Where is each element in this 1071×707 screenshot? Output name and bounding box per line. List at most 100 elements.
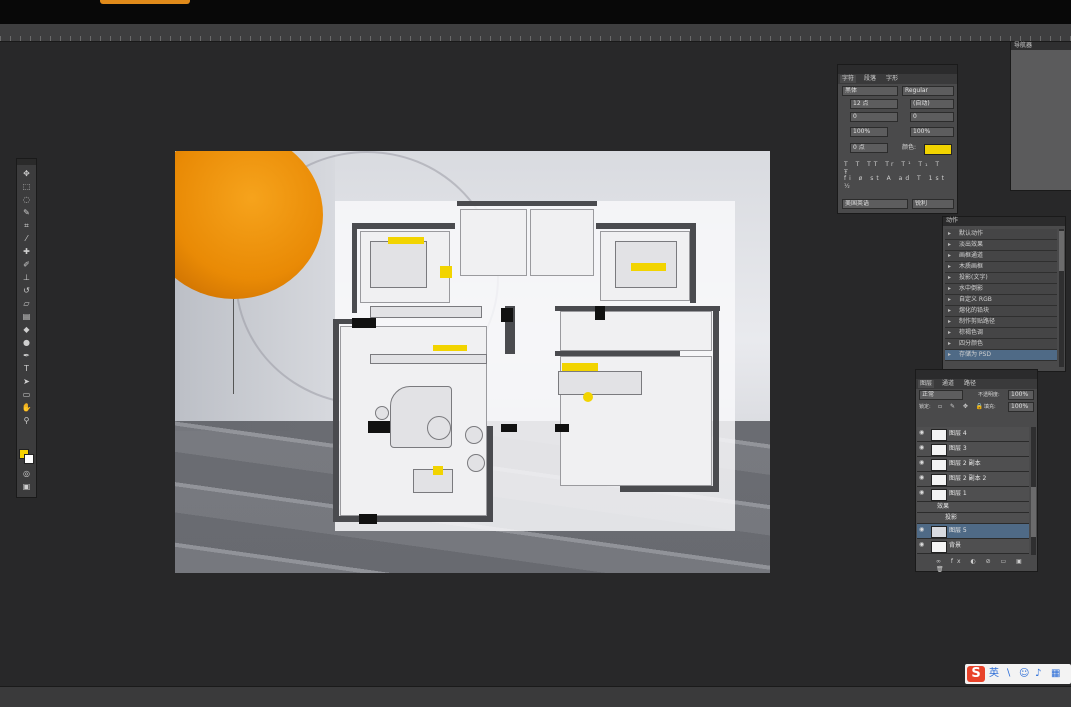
- tab-paths[interactable]: 路径: [962, 380, 978, 388]
- tools-panel-grip[interactable]: [17, 159, 36, 165]
- actions-scrollbar[interactable]: [1059, 229, 1064, 367]
- expand-icon[interactable]: ▸: [948, 329, 951, 337]
- tab-paragraph[interactable]: 段落: [862, 75, 878, 83]
- expand-icon[interactable]: ▸: [948, 340, 951, 348]
- blend-mode-select[interactable]: 正常: [919, 390, 963, 400]
- horizontal-ruler[interactable]: [0, 24, 1071, 42]
- tab-layers[interactable]: 图层: [918, 380, 935, 388]
- action-item[interactable]: ▸ 棕褐色调: [945, 328, 1057, 339]
- keyboard-icon[interactable]: ▦: [1051, 667, 1060, 681]
- move-tool-icon[interactable]: ✥: [21, 169, 32, 178]
- layer-row-selected[interactable]: ◉ 图层 5: [917, 524, 1029, 539]
- path-select-tool-icon[interactable]: ➤: [21, 377, 32, 386]
- eye-icon[interactable]: ◉: [919, 490, 925, 496]
- expand-icon[interactable]: ▸: [948, 274, 951, 282]
- document-canvas[interactable]: [175, 151, 770, 573]
- text-color-swatch[interactable]: [924, 144, 952, 155]
- eye-icon[interactable]: ◉: [919, 445, 925, 451]
- layer-effect-row[interactable]: 投影: [917, 513, 1029, 524]
- eye-icon[interactable]: ◉: [919, 475, 925, 481]
- eraser-tool-icon[interactable]: ▱: [21, 299, 32, 308]
- zoom-tool-icon[interactable]: ⚲: [21, 416, 32, 425]
- baseline-shift-field[interactable]: 0 点: [850, 143, 888, 153]
- fill-field[interactable]: 100%: [1008, 402, 1034, 412]
- quick-select-tool-icon[interactable]: ✎: [21, 208, 32, 217]
- vertical-scale-field[interactable]: 100%: [850, 127, 888, 137]
- healing-tool-icon[interactable]: ✚: [21, 247, 32, 256]
- tab-glyphs[interactable]: 字形: [884, 75, 900, 83]
- lasso-tool-icon[interactable]: ◌: [21, 195, 32, 204]
- font-family-select[interactable]: 黑体: [842, 86, 898, 96]
- action-item[interactable]: ▸ 投影(文字): [945, 273, 1057, 284]
- action-item[interactable]: ▸ 四分颜色: [945, 339, 1057, 350]
- eye-icon[interactable]: ◉: [919, 430, 925, 436]
- tab-actions[interactable]: 动作: [946, 217, 958, 225]
- action-item[interactable]: ▸ 制作剪贴路径: [945, 317, 1057, 328]
- expand-icon[interactable]: ▸: [948, 318, 951, 326]
- actions-panel-header[interactable]: [943, 217, 1065, 226]
- screen-mode-icon[interactable]: ▣: [21, 482, 32, 491]
- history-brush-tool-icon[interactable]: ↺: [21, 286, 32, 295]
- expand-icon[interactable]: ▸: [948, 230, 951, 238]
- opacity-field[interactable]: 100%: [1008, 390, 1034, 400]
- emoji-icon[interactable]: ☺: [1019, 667, 1029, 681]
- font-style-select[interactable]: Regular: [902, 86, 954, 96]
- quick-mask-icon[interactable]: ◎: [21, 469, 32, 478]
- layer-row[interactable]: ◉ 背景: [917, 539, 1029, 554]
- layer-row[interactable]: ◉ 图层 3: [917, 442, 1029, 457]
- layer-row[interactable]: ◉ 图层 1: [917, 487, 1029, 502]
- hand-tool-icon[interactable]: ✋: [21, 403, 32, 412]
- action-item[interactable]: ▸ 自定义 RGB: [945, 295, 1057, 306]
- brush-tool-icon[interactable]: ✐: [21, 260, 32, 269]
- mic-icon[interactable]: ♪: [1035, 667, 1041, 681]
- horizontal-scale-field[interactable]: 100%: [910, 127, 954, 137]
- navigator-panel-header[interactable]: 导航器: [1011, 42, 1071, 50]
- action-item[interactable]: ▸ 存储为 PSD: [945, 350, 1057, 361]
- antialias-select[interactable]: 锐利: [912, 199, 954, 209]
- layers-scrollbar[interactable]: [1031, 427, 1036, 555]
- crop-tool-icon[interactable]: ⌗: [21, 221, 32, 230]
- action-item[interactable]: ▸ 水中倒影: [945, 284, 1057, 295]
- lock-icons[interactable]: ▫ ✎ ✥ 🔒: [938, 403, 986, 411]
- expand-icon[interactable]: ▸: [948, 285, 951, 293]
- expand-icon[interactable]: ▸: [948, 252, 951, 260]
- actions-scrollthumb[interactable]: [1059, 231, 1064, 271]
- action-item[interactable]: ▸ 熔化的铅块: [945, 306, 1057, 317]
- layer-row[interactable]: ◉ 图层 2 副本 2: [917, 472, 1029, 487]
- tab-character[interactable]: 字符: [840, 75, 857, 83]
- ime-mode-toggle[interactable]: 英: [989, 667, 999, 681]
- type-tool-icon[interactable]: T: [21, 364, 32, 373]
- sogou-logo-icon[interactable]: S: [967, 666, 985, 682]
- clone-stamp-tool-icon[interactable]: ⊥: [21, 273, 32, 282]
- expand-icon[interactable]: ▸: [948, 263, 951, 271]
- expand-icon[interactable]: ▸: [948, 296, 951, 304]
- eye-icon[interactable]: ◉: [919, 527, 925, 533]
- navigator-tab[interactable]: 导航器: [1014, 42, 1032, 50]
- eye-icon[interactable]: ◉: [919, 542, 925, 548]
- action-item[interactable]: ▸ 画框通道: [945, 251, 1057, 262]
- action-item[interactable]: ▸ 默认动作: [945, 229, 1057, 240]
- blur-tool-icon[interactable]: ◆: [21, 325, 32, 334]
- expand-icon[interactable]: ▸: [948, 241, 951, 249]
- tracking-field[interactable]: 0: [910, 112, 954, 122]
- layers-panel-header[interactable]: [916, 370, 1037, 379]
- action-item[interactable]: ▸ 淡出效果: [945, 240, 1057, 251]
- action-item[interactable]: ▸ 木质画框: [945, 262, 1057, 273]
- language-select[interactable]: 美国英语: [842, 199, 908, 209]
- background-color-swatch[interactable]: [24, 454, 34, 464]
- tab-channels[interactable]: 通道: [940, 380, 956, 388]
- shape-tool-icon[interactable]: ▭: [21, 390, 32, 399]
- layer-footer-buttons[interactable]: ∞ fx ◐ ⊘ ▭ ▣ 🗑: [936, 558, 1037, 574]
- expand-icon[interactable]: ▸: [948, 351, 951, 359]
- dodge-tool-icon[interactable]: ●: [21, 338, 32, 347]
- gradient-tool-icon[interactable]: ▤: [21, 312, 32, 321]
- font-size-field[interactable]: 12 点: [850, 99, 898, 109]
- layer-row[interactable]: ◉ 图层 2 副本: [917, 457, 1029, 472]
- kerning-field[interactable]: 0: [850, 112, 898, 122]
- punctuation-icon[interactable]: ∖: [1005, 667, 1011, 681]
- expand-icon[interactable]: ▸: [948, 307, 951, 315]
- eye-icon[interactable]: ◉: [919, 460, 925, 466]
- leading-field[interactable]: (自动): [910, 99, 954, 109]
- marquee-tool-icon[interactable]: ⬚: [21, 182, 32, 191]
- pen-tool-icon[interactable]: ✒: [21, 351, 32, 360]
